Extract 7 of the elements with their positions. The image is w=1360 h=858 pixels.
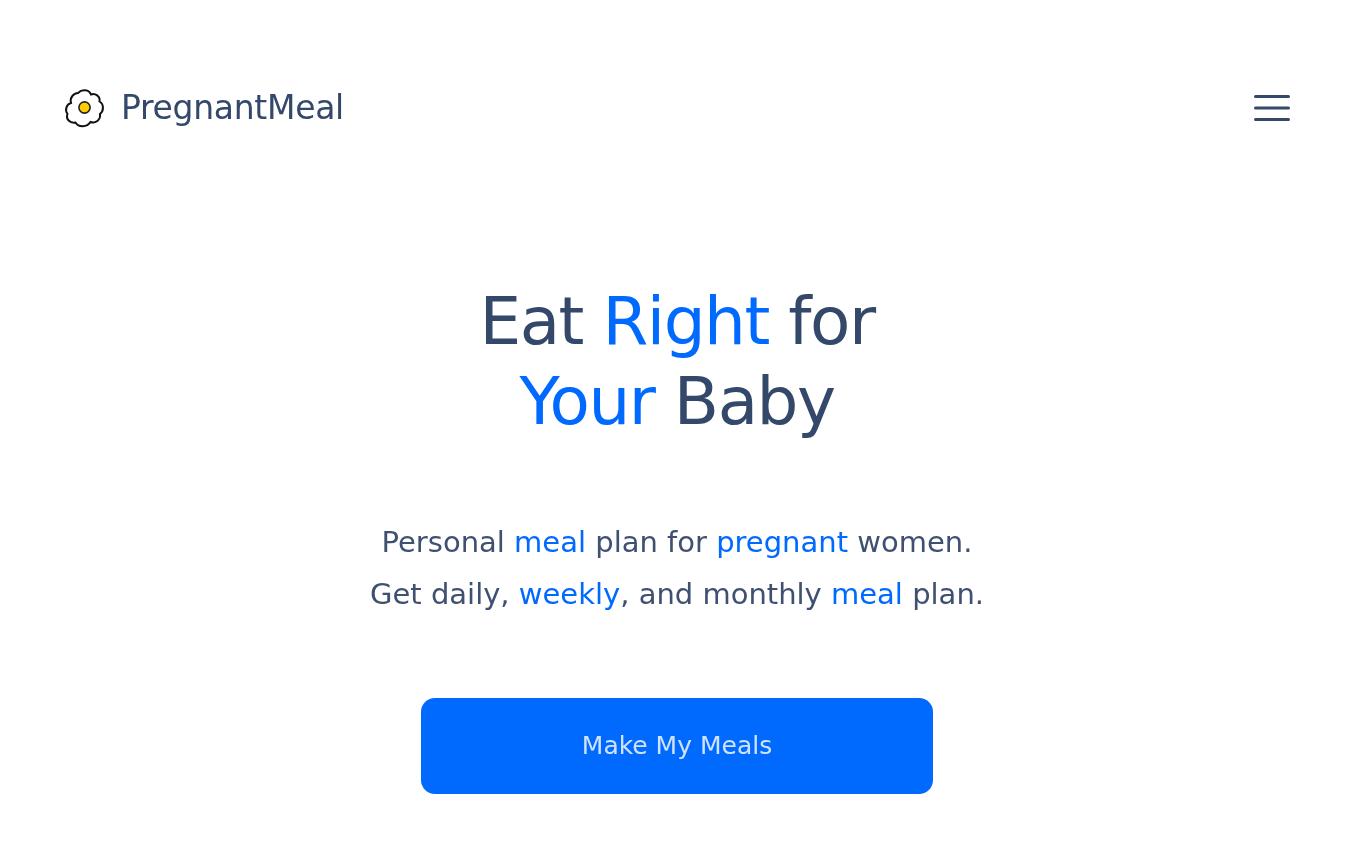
brand-name[interactable]: PregnantMeal <box>121 86 344 130</box>
hero-description: Personal meal plan for pregnant women. Get daily, weekly, and monthly meal plan. <box>370 524 984 613</box>
menu-icon <box>1254 95 1290 121</box>
fried-egg-icon <box>64 87 105 129</box>
make-meals-button[interactable]: Make My Meals <box>421 698 933 794</box>
hero-heading: Eat Right for Your Baby <box>479 282 875 442</box>
menu-button[interactable] <box>1254 95 1290 121</box>
